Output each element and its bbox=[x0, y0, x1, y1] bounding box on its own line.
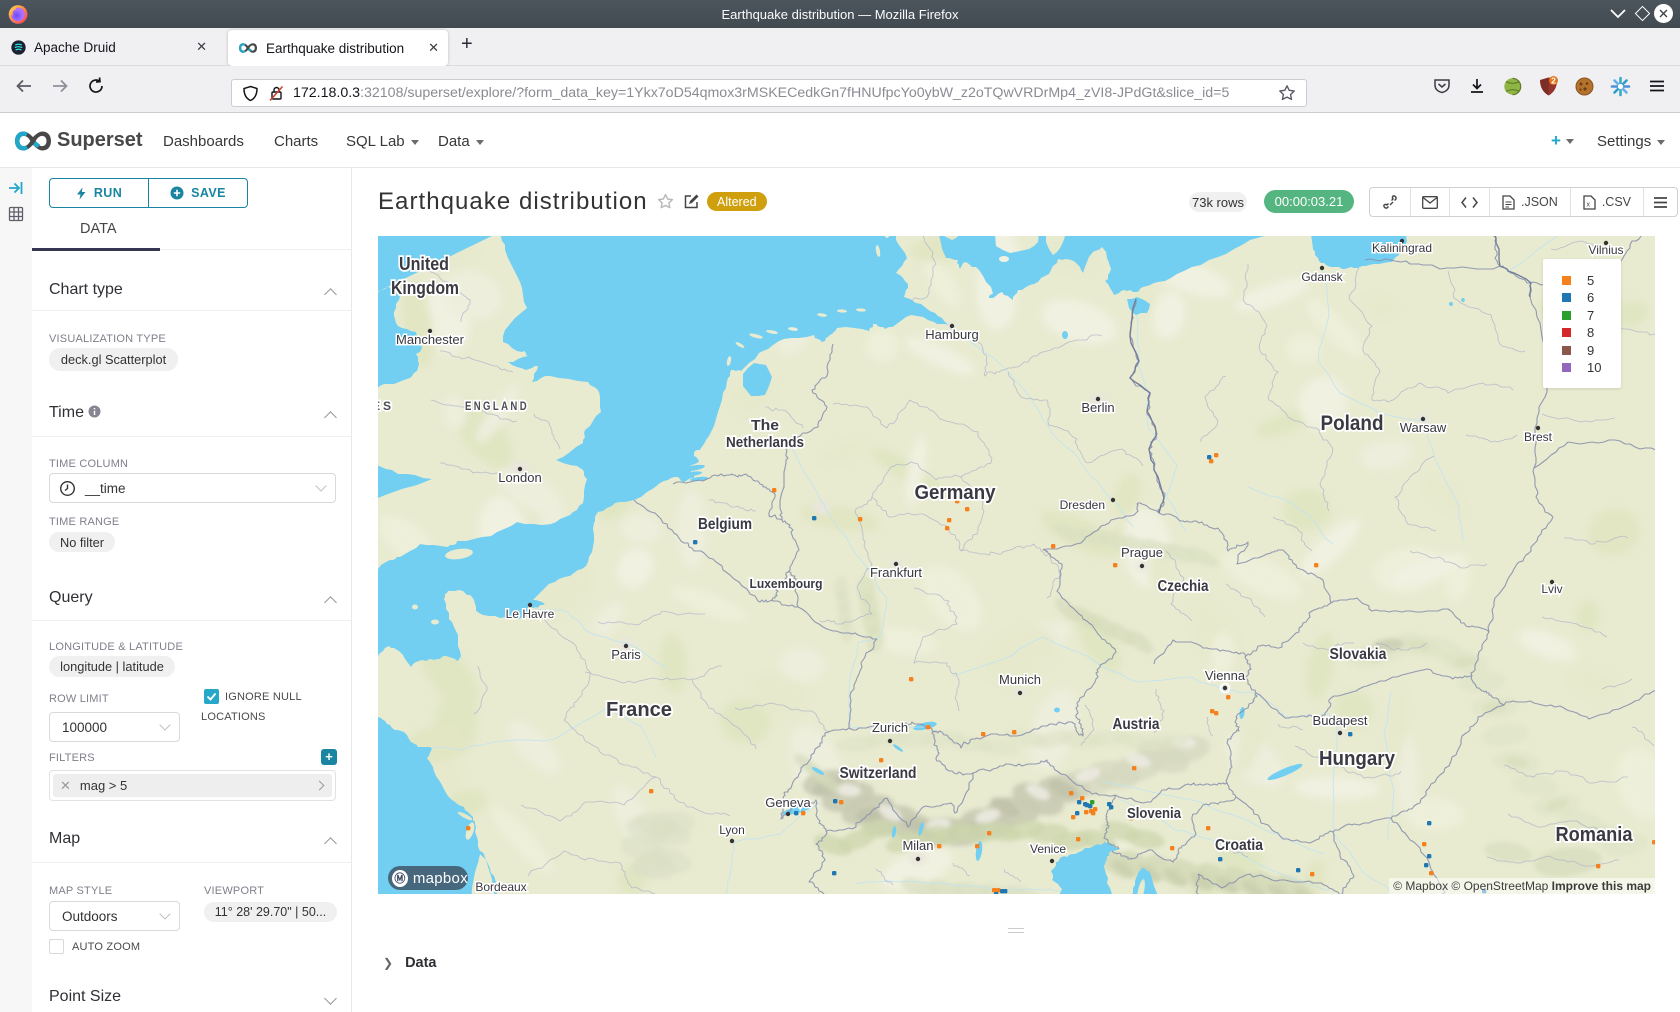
svg-text:Croatia: Croatia bbox=[1215, 837, 1263, 854]
svg-text:Geneva: Geneva bbox=[765, 795, 811, 810]
svg-text:Budapest: Budapest bbox=[1313, 713, 1368, 728]
svg-text:Slovenia: Slovenia bbox=[1127, 805, 1182, 822]
svg-text:ENGLAND: ENGLAND bbox=[465, 399, 529, 413]
svg-text:Vienna: Vienna bbox=[1205, 668, 1246, 683]
svg-text:Prague: Prague bbox=[1121, 545, 1163, 560]
svg-text:Warsaw: Warsaw bbox=[1400, 420, 1447, 435]
svg-text:Berlin: Berlin bbox=[1081, 400, 1114, 415]
svg-text:x: x bbox=[1586, 201, 1590, 208]
svg-text:Kingdom: Kingdom bbox=[391, 278, 459, 298]
svg-text:Gdansk: Gdansk bbox=[1301, 270, 1343, 284]
svg-text:Romania: Romania bbox=[1556, 824, 1634, 846]
svg-text:Czechia: Czechia bbox=[1158, 578, 1209, 595]
svg-text:Luxembourg: Luxembourg bbox=[750, 576, 823, 591]
svg-text:Frankfurt: Frankfurt bbox=[870, 565, 922, 580]
svg-text:Switzerland: Switzerland bbox=[840, 765, 917, 782]
svg-text:Bordeaux: Bordeaux bbox=[475, 880, 526, 894]
svg-text:Germany: Germany bbox=[915, 482, 997, 504]
svg-text:Slovakia: Slovakia bbox=[1330, 646, 1387, 663]
svg-text:London: London bbox=[498, 470, 541, 485]
svg-text:Hamburg: Hamburg bbox=[925, 327, 978, 342]
svg-text:The: The bbox=[751, 417, 779, 434]
svg-text:ES: ES bbox=[378, 399, 394, 413]
svg-text:Austria: Austria bbox=[1113, 716, 1160, 733]
svg-text:Munich: Munich bbox=[999, 672, 1041, 687]
svg-text:2: 2 bbox=[1551, 76, 1556, 86]
svg-text:Milan: Milan bbox=[902, 838, 933, 853]
svg-text:Paris: Paris bbox=[611, 647, 641, 662]
svg-text:Netherlands: Netherlands bbox=[726, 434, 804, 451]
svg-text:Poland: Poland bbox=[1321, 412, 1384, 435]
svg-text:Lyon: Lyon bbox=[719, 823, 745, 837]
svg-text:Le Havre: Le Havre bbox=[506, 607, 555, 621]
svg-text:Kaliningrad: Kaliningrad bbox=[1372, 241, 1432, 255]
svg-text:Belgium: Belgium bbox=[698, 516, 752, 533]
svg-text:Hungary: Hungary bbox=[1319, 748, 1396, 770]
svg-text:Lviv: Lviv bbox=[1541, 582, 1562, 596]
svg-text:France: France bbox=[606, 699, 672, 721]
svg-text:Brest: Brest bbox=[1524, 430, 1553, 444]
svg-text:Venice: Venice bbox=[1030, 842, 1066, 856]
svg-text:Zurich: Zurich bbox=[872, 720, 908, 735]
svg-text:Dresden: Dresden bbox=[1060, 498, 1105, 512]
svg-text:Vilnius: Vilnius bbox=[1588, 243, 1623, 257]
svg-text:Manchester: Manchester bbox=[396, 332, 465, 347]
svg-text:United: United bbox=[399, 254, 449, 274]
